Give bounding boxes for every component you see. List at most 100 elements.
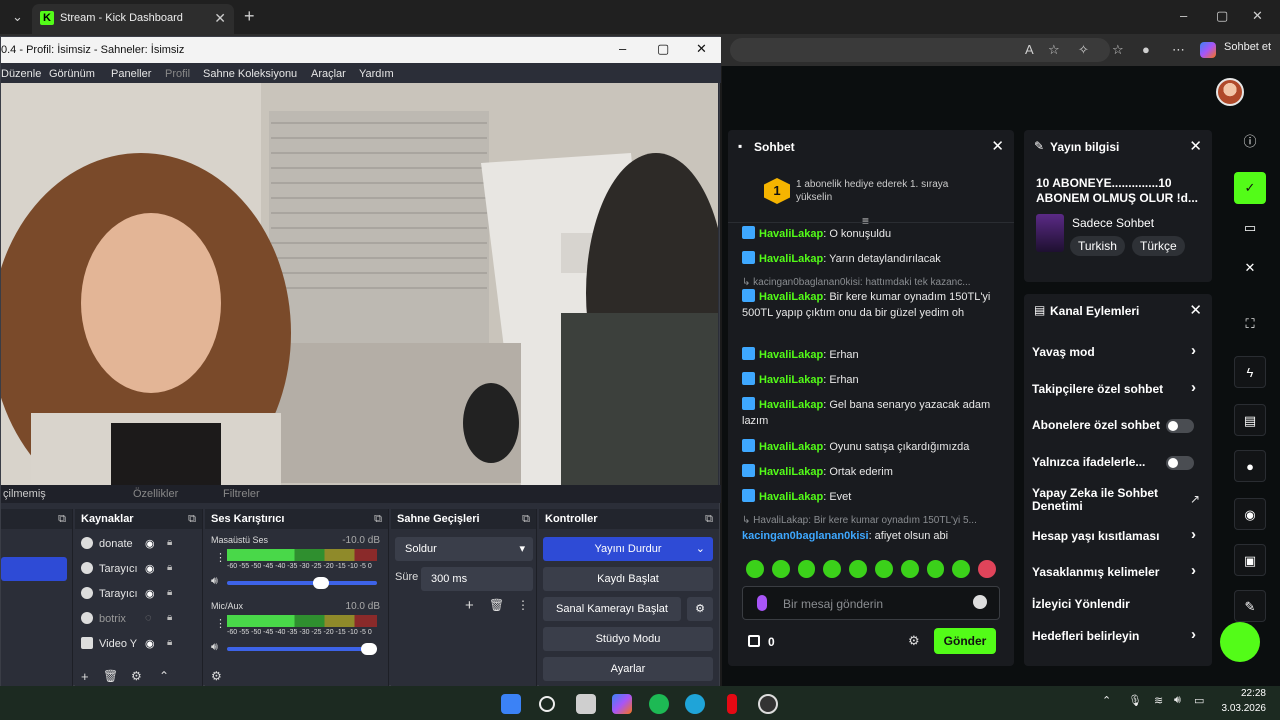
menu-scene-collection[interactable]: Sahne Koleksiyonu — [203, 68, 297, 80]
favorites-icon[interactable]: ☆ — [1112, 42, 1124, 58]
popout-icon[interactable]: ⧉ — [188, 509, 196, 529]
emote-icon[interactable] — [900, 560, 919, 578]
source-item[interactable]: donate ◉ 🔒︎ — [81, 537, 172, 550]
tab-list-icon[interactable]: ⌄ — [12, 9, 23, 25]
chat-bubble-icon[interactable]: ● — [1234, 450, 1266, 482]
chat-message-input[interactable]: Bir mesaj gönderin — [742, 586, 1000, 620]
chat-message[interactable]: HavaliLakap: Bir kere kumar oynadım 150T… — [742, 289, 1004, 321]
lock-icon[interactable]: 🔒︎ — [167, 537, 172, 548]
source-item[interactable]: Video Y ◉ 🔒︎ — [81, 637, 172, 650]
selected-scene[interactable] — [1, 557, 67, 581]
add-source-icon[interactable]: + — [81, 669, 89, 684]
maximize-icon[interactable]: ▢ — [657, 41, 669, 57]
menu-help[interactable]: Yardım — [359, 68, 394, 80]
close-actions-icon[interactable]: ✕ — [1189, 301, 1202, 319]
emote-icon[interactable] — [952, 560, 971, 578]
hidden-eye-icon[interactable]: ◌ — [145, 612, 152, 624]
clock-time[interactable]: 22:28 — [1228, 688, 1266, 699]
copilot-icon[interactable] — [1200, 42, 1216, 58]
start-recording-button[interactable]: Kaydı Başlat — [543, 567, 713, 591]
close-chat-icon[interactable]: ✕ — [991, 137, 1004, 155]
banned-words-action[interactable]: Yasaklanmış kelimeler › — [1032, 563, 1204, 579]
lightning-icon[interactable]: ϟ — [1234, 356, 1266, 388]
move-up-icon[interactable]: ⌃ — [159, 669, 169, 683]
popout-icon[interactable]: ⧉ — [705, 509, 713, 529]
points-icon[interactable] — [748, 635, 760, 647]
chat-message[interactable]: HavaliLakap: Erhan — [742, 372, 1004, 388]
menu-edit[interactable]: Düzenle — [1, 68, 41, 80]
visibility-eye-icon[interactable]: ◉ — [145, 562, 155, 575]
transition-menu-icon[interactable]: ⋮ — [517, 598, 529, 612]
source-item[interactable]: botrix ◌ 🔒︎ — [81, 612, 172, 625]
chat-message[interactable]: HavaliLakap: O konuşuldu — [742, 226, 1004, 242]
microphone-tray-icon[interactable]: 🎙︎ — [1128, 694, 1142, 707]
add-transition-icon[interactable]: + — [465, 597, 474, 614]
close-info-icon[interactable]: ✕ — [1189, 137, 1202, 155]
transition-select[interactable]: Soldur ▾ — [395, 537, 533, 561]
lock-icon[interactable]: 🔒︎ — [167, 637, 172, 648]
emote-icon[interactable] — [797, 560, 816, 578]
user-avatar[interactable] — [1216, 78, 1244, 106]
remove-source-icon[interactable]: 🗑︎ — [103, 669, 118, 683]
wrench-icon[interactable]: ✎ — [1234, 590, 1266, 622]
stream-category[interactable]: Sadece Sohbet — [1072, 216, 1154, 230]
chat-settings-icon[interactable]: ⚙ — [908, 633, 920, 649]
emote-icon[interactable] — [771, 560, 790, 578]
duration-input[interactable]: 300 ms — [421, 567, 533, 591]
slow-mode-action[interactable]: Yavaş mod › — [1032, 343, 1204, 359]
close-icon[interactable]: ✕ — [1234, 252, 1266, 284]
virtual-camera-settings-icon[interactable]: ⚙ — [687, 597, 713, 621]
lock-icon[interactable]: 🔒︎ — [167, 587, 172, 598]
channel-menu-icon[interactable]: ⋮ — [215, 551, 226, 564]
account-age-action[interactable]: Hesap yaşı kısıtlaması › — [1032, 527, 1204, 543]
chat-message[interactable]: HavaliLakap: Erhan — [742, 347, 1004, 363]
followers-only-action[interactable]: Takipçilere özel sohbet › — [1032, 380, 1204, 396]
emote-icon[interactable] — [978, 560, 996, 578]
remove-transition-icon[interactable]: 🗑︎ — [489, 598, 504, 612]
chat-message[interactable]: HavaliLakap: Gel bana senaryo yazacak ad… — [742, 397, 1004, 429]
set-goals-action[interactable]: Hedefleri belirleyin › — [1032, 627, 1204, 643]
search-icon[interactable] — [539, 696, 555, 712]
properties-button[interactable]: Özellikler — [133, 488, 178, 500]
speaker-icon[interactable]: 🔊︎ — [211, 641, 218, 654]
new-tab-icon[interactable]: + — [244, 6, 255, 27]
emote-icon[interactable] — [926, 560, 945, 578]
external-link-icon[interactable]: ↗ — [1190, 492, 1200, 506]
close-window-icon[interactable]: ✕ — [1252, 8, 1263, 24]
lock-icon[interactable]: 🔒︎ — [167, 562, 172, 573]
studio-mode-button[interactable]: Stüdyo Modu — [543, 627, 713, 651]
emote-icon[interactable] — [874, 560, 893, 578]
camera-icon[interactable]: ▣ — [1234, 544, 1266, 576]
broadcast-icon[interactable]: ◉ — [1234, 498, 1266, 530]
chat-message[interactable]: kacingan0baglanan0kisi: afiyet olsun abi — [742, 528, 1004, 544]
visibility-eye-icon[interactable]: ◉ — [145, 587, 155, 600]
edge-icon[interactable] — [685, 694, 705, 714]
lock-icon[interactable]: 🔒︎ — [167, 612, 172, 623]
channel-menu-icon[interactable]: ⋮ — [215, 617, 226, 630]
chat-message[interactable]: HavaliLakap: Evet — [742, 489, 1004, 505]
emote-icon[interactable] — [823, 560, 842, 578]
obs-taskbar-icon[interactable] — [758, 694, 778, 714]
task-view-icon[interactable] — [576, 694, 596, 714]
volume-slider[interactable] — [227, 577, 377, 589]
check-icon[interactable]: ✓ — [1234, 172, 1266, 204]
volume-slider[interactable] — [227, 643, 377, 655]
browser-tab[interactable]: K Stream - Kick Dashboard ✕ — [32, 4, 234, 34]
menu-docks[interactable]: Paneller — [111, 68, 151, 80]
emoji-icon[interactable] — [973, 595, 987, 609]
more-options-icon[interactable]: ⋯ — [1172, 42, 1185, 58]
reply-preview[interactable]: ↳ HavaliLakap: Bir kere kumar oynadım 15… — [742, 515, 1004, 526]
netflix-icon[interactable] — [727, 694, 737, 714]
chat-message[interactable]: HavaliLakap: Oyunu satışa çıkardığımızda — [742, 439, 1004, 455]
minimize-icon[interactable]: – — [1180, 8, 1187, 23]
chat-message[interactable]: HavaliLakap: Yarın detaylandırılacak — [742, 251, 1004, 267]
volume-slider-knob[interactable] — [313, 577, 329, 589]
wifi-icon[interactable]: ≋ — [1154, 694, 1163, 707]
chat-message[interactable]: HavaliLakap: Ortak ederim — [742, 464, 1004, 480]
popout-icon[interactable]: ⧉ — [522, 509, 530, 529]
host-viewers-action[interactable]: İzleyici Yönlendir — [1032, 598, 1204, 611]
help-support-icon[interactable] — [1220, 622, 1260, 662]
popout-icon[interactable]: ⧉ — [374, 509, 382, 529]
popout-icon[interactable]: ⧉ — [58, 509, 66, 529]
obs-preview[interactable] — [1, 83, 718, 485]
